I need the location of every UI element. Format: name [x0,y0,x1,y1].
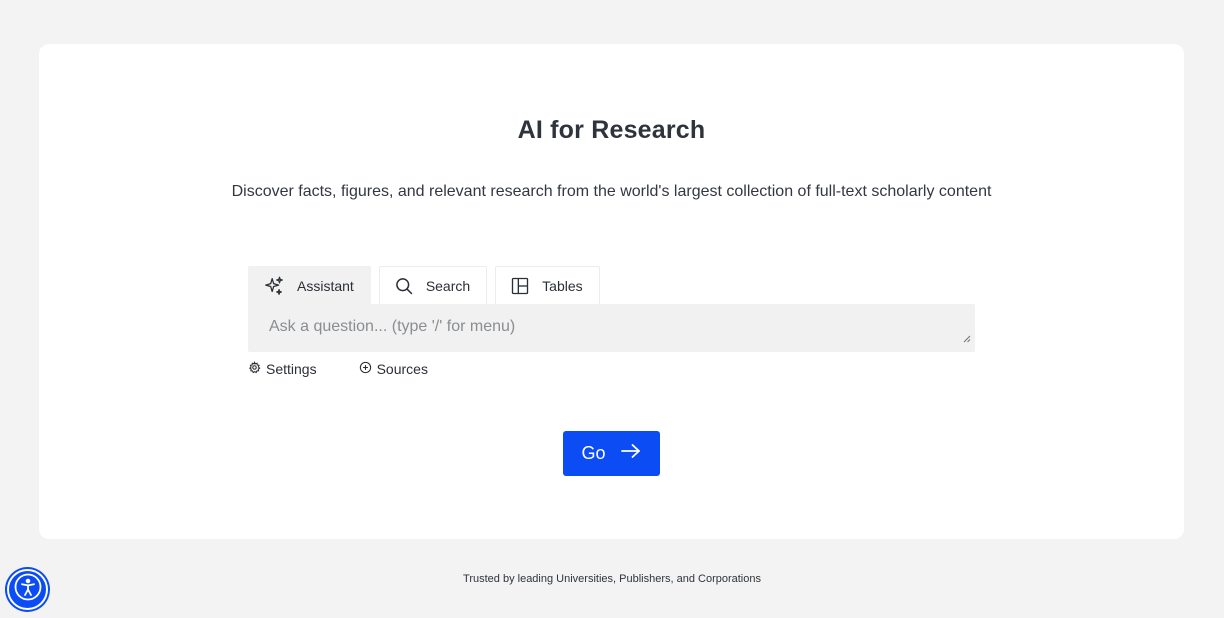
tab-label: Search [425,277,471,294]
settings-label: Settings [266,361,317,377]
tab-assistant[interactable]: Assistant [248,266,371,304]
tab-label: Tables [542,277,583,294]
go-label: Go [581,443,606,463]
settings-button[interactable]: Settings [248,361,317,377]
resize-handle-icon[interactable] [963,330,971,348]
query-options: Settings Sources [248,361,428,377]
question-input[interactable] [248,304,975,352]
question-box [248,304,975,352]
search-icon [394,276,414,296]
sources-button[interactable]: Sources [359,361,428,377]
accessibility-button[interactable] [7,569,48,610]
sources-label: Sources [376,361,428,377]
go-button[interactable]: Go [563,431,660,476]
tab-search[interactable]: Search [378,266,488,304]
tab-label: Assistant [297,277,354,294]
arrow-right-icon [620,443,642,464]
page-title: AI for Research [517,116,706,144]
plus-circle-icon [359,361,372,377]
main-card: AI for Research Discover facts, figures,… [39,44,1184,539]
footer-trust-text: Trusted by leading Universities, Publish… [463,573,761,585]
table-layout-icon [510,276,530,296]
page-subtitle: Discover facts, figures, and relevant re… [231,183,992,200]
gear-icon [248,361,261,377]
mode-tabs: Assistant Search Tables [248,266,600,304]
tab-tables[interactable]: Tables [495,266,600,304]
sparkles-icon [263,275,285,297]
accessibility-icon [14,573,42,606]
